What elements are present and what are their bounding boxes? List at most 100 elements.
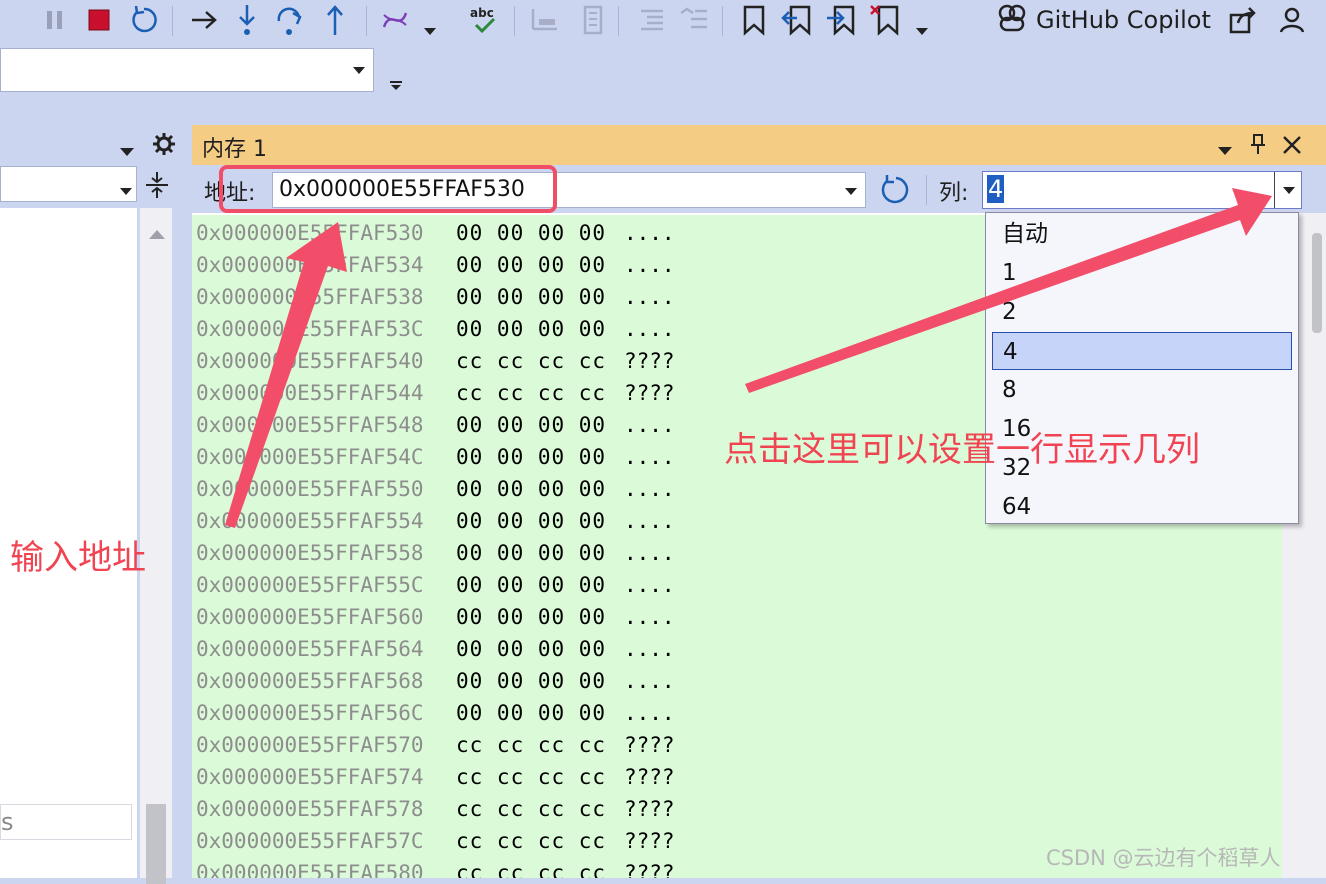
gear-icon[interactable] [152,132,176,160]
columns-option[interactable]: 2 [992,293,1292,331]
columns-dropdown-button[interactable] [1274,172,1301,208]
left-panel-combo[interactable] [0,166,137,202]
share-icon[interactable] [1226,2,1260,38]
memory-row[interactable]: 0x000000E55FFAF578 cc cc cc cc???? [192,793,1282,825]
memory-row[interactable]: 0x000000E55FFAF568 00 00 00 00.... [192,665,1282,697]
memory-row[interactable]: 0x000000E55FFAF560 00 00 00 00.... [192,601,1282,633]
bookmark-icon[interactable] [738,2,770,38]
stop-debugging-icon[interactable] [84,2,114,38]
step-into-icon[interactable] [232,2,262,38]
show-next-statement-icon[interactable] [186,2,222,38]
memory-bytes: 00 00 00 00 [456,605,607,629]
columns-option[interactable]: 4 [992,332,1292,370]
memory-ascii: .... [624,541,675,565]
hot-reload-icon[interactable] [378,2,412,38]
memory-bytes: 00 00 00 00 [456,701,607,725]
memory-addr: 0x000000E55FFAF530 [196,221,424,245]
clear-bookmarks-icon[interactable] [868,2,902,38]
pause-icon[interactable] [40,2,70,38]
columns-annotation: 点击这里可以设置一行显示几列 [724,430,1200,470]
left-search-input[interactable]: s [0,804,132,840]
comment-lines-icon[interactable] [526,2,562,38]
next-bookmark-icon[interactable] [824,2,858,38]
chevron-down-icon[interactable] [120,142,134,161]
chevron-down-icon[interactable] [422,14,438,50]
outdent-icon[interactable] [676,2,712,38]
memory-bytes: cc cc cc cc [456,349,607,373]
memory-ascii: ???? [624,797,675,821]
memory-bytes: cc cc cc cc [456,381,607,405]
chevron-down-icon[interactable] [914,14,930,50]
memory-ascii: .... [624,509,675,533]
toolbar-separator [172,6,173,36]
memory-addr: 0x000000E55FFAF534 [196,253,424,277]
memory-addr: 0x000000E55FFAF570 [196,733,424,757]
memory-addr: 0x000000E55FFAF57C [196,829,424,853]
memory-ascii: ???? [624,829,675,853]
columns-option[interactable]: 8 [992,371,1292,409]
memory-ascii: .... [624,221,675,245]
columns-select[interactable]: 4 [982,171,1302,209]
pin-icon[interactable] [1250,133,1266,159]
spell-check-label: abc [470,6,494,20]
memory-row[interactable]: 0x000000E55FFAF56C 00 00 00 00.... [192,697,1282,729]
reevaluate-button[interactable] [878,173,912,207]
split-icon[interactable] [144,170,170,204]
memory-row[interactable]: 0x000000E55FFAF558 00 00 00 00.... [192,537,1282,569]
spell-check-icon[interactable]: abc [466,2,502,38]
memory-ascii: .... [624,477,675,501]
chevron-down-icon[interactable] [1218,141,1232,160]
memory-addr: 0x000000E55FFAF55C [196,573,424,597]
memory-bytes: cc cc cc cc [456,829,607,853]
memory-ascii: ???? [624,765,675,789]
github-copilot-button[interactable]: GitHub Copilot [996,4,1211,36]
columns-dropdown-list: 自动 1 2 4 8 16 32 64 [985,212,1299,524]
restart-icon[interactable] [126,2,162,38]
debug-toolbar: abc GitHub Copilot [0,0,1326,44]
chevron-down-icon[interactable] [120,181,132,200]
step-over-icon[interactable] [272,2,308,38]
memory-row[interactable]: 0x000000E55FFAF574 cc cc cc cc???? [192,761,1282,793]
address-highlight-box [219,165,557,213]
columns-option[interactable]: 64 [992,488,1292,526]
memory-row[interactable]: 0x000000E55FFAF55C 00 00 00 00.... [192,569,1282,601]
columns-option[interactable]: 1 [992,254,1292,292]
scroll-up-icon[interactable] [149,224,165,243]
scroll-thumb[interactable] [146,804,166,884]
memory-row[interactable]: 0x000000E55FFAF564 00 00 00 00.... [192,633,1282,665]
memory-window-title: 内存 1 [202,137,267,162]
memory-ascii: .... [624,317,675,341]
copilot-icon [996,2,1028,38]
close-icon[interactable] [1282,135,1302,159]
indent-icon[interactable] [632,2,668,38]
memory-ascii: .... [624,253,675,277]
memory-bytes: 00 00 00 00 [456,317,607,341]
memory-ascii: .... [624,573,675,597]
configuration-combo[interactable] [0,48,374,92]
memory-bytes: 00 00 00 00 [456,509,607,533]
memory-bytes: cc cc cc cc [456,733,607,757]
previous-bookmark-icon[interactable] [780,2,814,38]
memory-addr: 0x000000E55FFAF568 [196,669,424,693]
memory-ascii: .... [624,285,675,309]
memory-bytes: 00 00 00 00 [456,285,607,309]
memory-ascii: ???? [624,733,675,757]
memory-row[interactable]: 0x000000E55FFAF570 cc cc cc cc???? [192,729,1282,761]
chevron-down-icon[interactable] [353,67,365,74]
columns-option[interactable]: 自动 [992,215,1292,253]
chevron-down-icon[interactable] [390,76,402,90]
memory-addr: 0x000000E55FFAF558 [196,541,424,565]
memory-ascii: .... [624,605,675,629]
scroll-thumb[interactable] [1312,233,1322,333]
memory-ascii: .... [624,445,675,469]
memory-bytes: cc cc cc cc [456,797,607,821]
document-icon[interactable] [572,2,608,38]
step-out-icon[interactable] [320,2,350,38]
memory-addr: 0x000000E55FFAF578 [196,797,424,821]
memory-bytes: cc cc cc cc [456,861,607,878]
toolbar-separator [366,6,367,36]
memory-ascii: .... [624,669,675,693]
memory-bytes: 00 00 00 00 [456,541,607,565]
feedback-icon[interactable] [1276,2,1310,38]
chevron-down-icon[interactable] [845,188,857,195]
